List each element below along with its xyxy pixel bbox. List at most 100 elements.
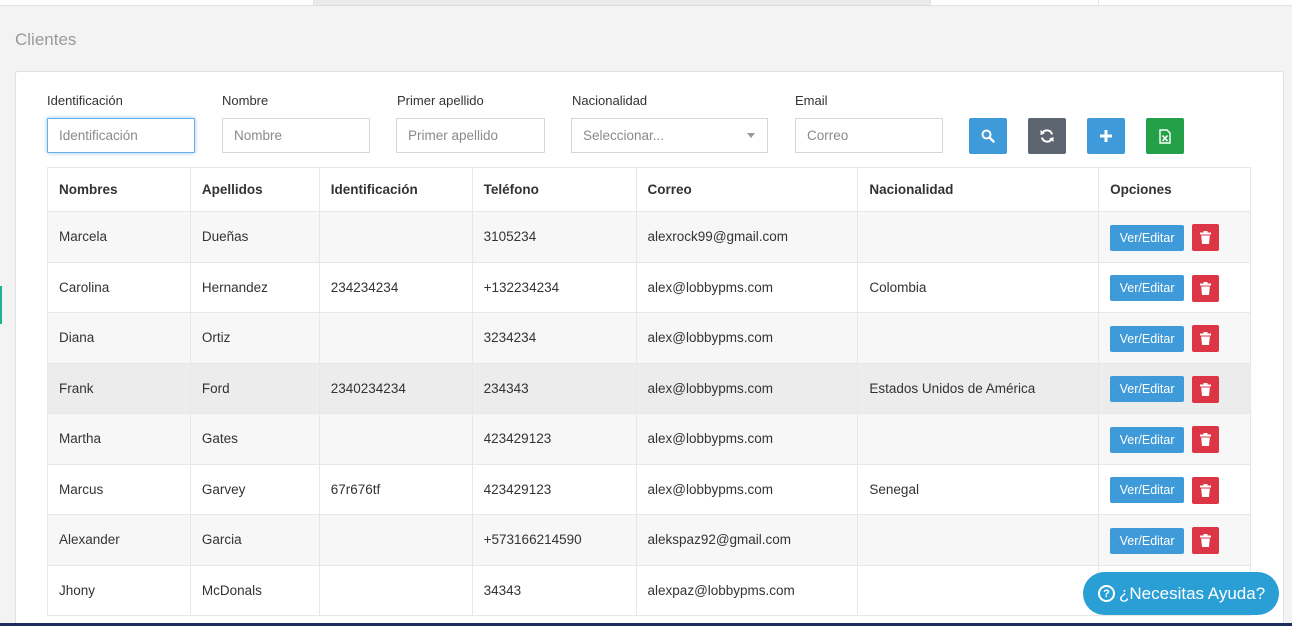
cell-apellidos: Dueñas <box>189 211 320 263</box>
cell-nacionalidad <box>857 211 1100 263</box>
cell-correo: alex@lobbypms.com <box>635 312 859 364</box>
cell-nombres: Frank <box>47 362 191 414</box>
tab-1[interactable] <box>0 0 314 6</box>
column-header[interactable]: Apellidos <box>189 167 320 212</box>
cell-telefono: 234343 <box>471 362 637 414</box>
cell-apellidos: Gates <box>189 413 320 465</box>
trash-icon <box>1200 281 1212 295</box>
tab-3[interactable] <box>930 0 1098 6</box>
table-row: Carolina Hernandez 234234234 +132234234 … <box>47 261 1251 313</box>
view-edit-button[interactable]: Ver/Editar <box>1110 477 1185 504</box>
export-excel-button[interactable] <box>1146 118 1184 154</box>
help-chat-button[interactable]: ? ¿Necesitas Ayuda? <box>1083 572 1279 615</box>
cell-telefono: 34343 <box>471 564 637 616</box>
cell-correo: alekspaz92@gmail.com <box>635 514 859 566</box>
cell-opciones: Ver/Editar <box>1098 211 1251 263</box>
cell-identificacion <box>318 514 473 566</box>
delete-button[interactable] <box>1192 325 1220 353</box>
table-row: Diana Ortiz 3234234 alex@lobbypms.com Ve… <box>47 312 1251 364</box>
cell-correo: alex@lobbypms.com <box>635 261 859 313</box>
cell-nacionalidad <box>857 514 1100 566</box>
table-row: Jhony McDonals 34343 alexpaz@lobbypms.co… <box>47 564 1251 616</box>
delete-button[interactable] <box>1192 274 1220 302</box>
view-edit-button[interactable]: Ver/Editar <box>1110 426 1185 453</box>
top-tab-strip <box>0 0 1292 6</box>
email-input[interactable] <box>795 118 943 153</box>
trash-icon <box>1200 534 1212 548</box>
view-edit-button[interactable]: Ver/Editar <box>1110 376 1185 403</box>
cell-opciones: Ver/Editar <box>1098 463 1251 515</box>
cell-identificacion <box>318 211 473 263</box>
cell-identificacion <box>318 413 473 465</box>
nacionalidad-selected: Seleccionar... <box>583 128 665 143</box>
cell-nombres: Marcus <box>47 463 191 515</box>
cell-identificacion <box>318 564 473 616</box>
delete-button[interactable] <box>1192 426 1220 454</box>
trash-icon <box>1200 332 1212 346</box>
add-client-button[interactable] <box>1087 118 1125 154</box>
trash-icon <box>1200 231 1212 245</box>
cell-opciones: Ver/Editar <box>1098 312 1251 364</box>
cell-nombres: Alexander <box>47 514 191 566</box>
cell-nombres: Diana <box>47 312 191 364</box>
delete-button[interactable] <box>1192 527 1220 555</box>
cell-nacionalidad <box>857 312 1100 364</box>
identificacion-input[interactable] <box>47 118 195 153</box>
identificacion-label: Identificación <box>47 93 123 108</box>
cell-nombres: Marcela <box>47 211 191 263</box>
cell-telefono: 423429123 <box>471 463 637 515</box>
cell-correo: alex@lobbypms.com <box>635 413 859 465</box>
cell-apellidos: Ford <box>189 362 320 414</box>
view-edit-button[interactable]: Ver/Editar <box>1110 325 1185 352</box>
column-header[interactable]: Teléfono <box>471 167 637 212</box>
cell-nacionalidad: Colombia <box>857 261 1100 313</box>
table-row: Frank Ford 2340234234 234343 alex@lobbyp… <box>47 362 1251 414</box>
page-title: Clientes <box>15 30 77 49</box>
search-button[interactable] <box>969 118 1007 154</box>
cell-identificacion: 2340234234 <box>318 362 473 414</box>
nombre-label: Nombre <box>222 93 269 108</box>
help-label: ¿Necesitas Ayuda? <box>1119 583 1266 603</box>
plus-icon <box>1100 130 1112 142</box>
delete-button[interactable] <box>1192 476 1220 504</box>
nombre-input[interactable] <box>222 118 370 153</box>
cell-telefono: +573166214590 <box>471 514 637 566</box>
view-edit-button[interactable]: Ver/Editar <box>1110 275 1185 302</box>
cell-correo: alex@lobbypms.com <box>635 362 859 414</box>
primer-apellido-input[interactable] <box>396 118 545 153</box>
delete-button[interactable] <box>1192 375 1220 403</box>
tab-2[interactable] <box>314 0 930 6</box>
cell-telefono: 3234234 <box>471 312 637 364</box>
trash-icon <box>1200 433 1212 447</box>
cell-apellidos: McDonals <box>189 564 320 616</box>
cell-identificacion: 67r676tf <box>318 463 473 515</box>
view-edit-button[interactable]: Ver/Editar <box>1110 527 1185 554</box>
cell-nombres: Jhony <box>47 564 191 616</box>
view-edit-button[interactable]: Ver/Editar <box>1110 224 1185 251</box>
nacionalidad-select[interactable]: Seleccionar... <box>571 118 768 153</box>
column-header[interactable]: Nacionalidad <box>857 167 1100 212</box>
cell-opciones: Ver/Editar <box>1098 362 1251 414</box>
cell-nacionalidad <box>857 564 1100 616</box>
cell-nacionalidad: Estados Unidos de América <box>857 362 1100 414</box>
column-header[interactable]: Correo <box>635 167 859 212</box>
cell-correo: alex@lobbypms.com <box>635 463 859 515</box>
clients-table: Nombres Apellidos Identificación Teléfon… <box>47 167 1251 616</box>
cell-opciones: Ver/Editar <box>1098 413 1251 465</box>
cell-nacionalidad: Senegal <box>857 463 1100 515</box>
cell-apellidos: Garvey <box>189 463 320 515</box>
cell-telefono: 3105234 <box>471 211 637 263</box>
table-row: Marcela Dueñas 3105234 alexrock99@gmail.… <box>47 211 1251 263</box>
cell-identificacion: 234234234 <box>318 261 473 313</box>
refresh-icon <box>1040 129 1054 143</box>
column-header[interactable]: Identificación <box>318 167 473 212</box>
table-row: Alexander Garcia +573166214590 alekspaz9… <box>47 514 1251 566</box>
column-header[interactable]: Nombres <box>47 167 191 212</box>
question-circle-icon: ? <box>1098 585 1115 602</box>
refresh-button[interactable] <box>1028 118 1066 154</box>
tab-4[interactable] <box>1098 0 1292 6</box>
email-label: Email <box>795 93 828 108</box>
cell-telefono: +132234234 <box>471 261 637 313</box>
cell-opciones: Ver/Editar <box>1098 261 1251 313</box>
delete-button[interactable] <box>1192 224 1220 252</box>
